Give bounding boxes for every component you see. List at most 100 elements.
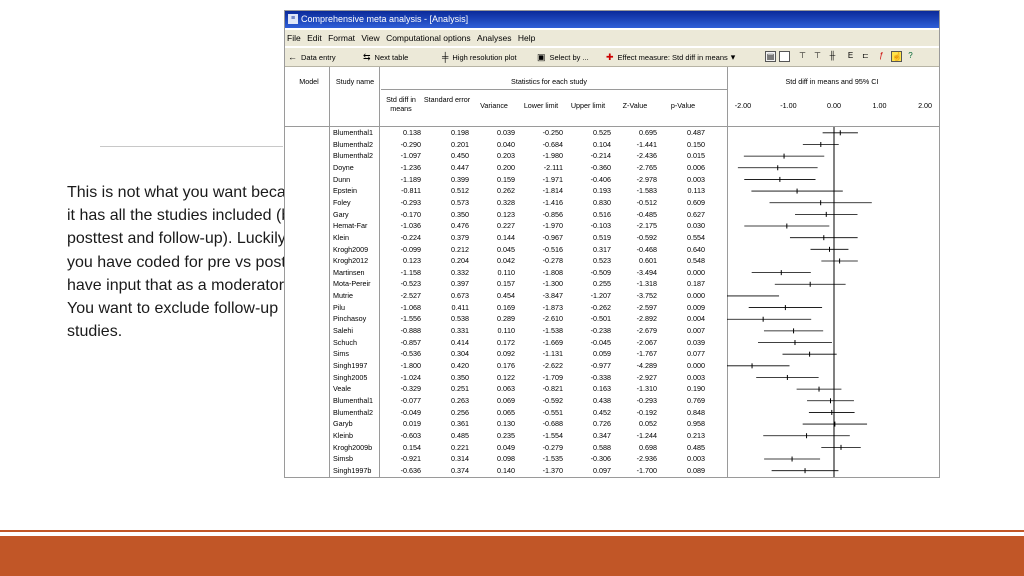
col-std-diff-value: -0.603 xyxy=(400,430,421,440)
col-std-diff-value: -1.800 xyxy=(400,361,421,370)
col-std-diff-value: 0.123 xyxy=(403,256,421,266)
col-std-diff-value: -1.097 xyxy=(400,151,421,161)
col-z-value-value: -1.583 xyxy=(636,186,657,196)
window-title: Comprehensive meta analysis - [Analysis] xyxy=(301,14,469,24)
title-bar: ≡ Comprehensive meta analysis - [Analysis… xyxy=(285,11,939,28)
header-col-upper-limit: Upper limit xyxy=(570,101,606,110)
menu-analyses[interactable]: Analyses xyxy=(477,33,512,43)
col-z-value-value: -1.700 xyxy=(636,465,657,475)
high-resolution-plot-button[interactable]: ╪ High resolution plot xyxy=(442,48,517,67)
col-std-diff-value: -1.556 xyxy=(400,314,421,324)
col-standard-error-value: 0.485 xyxy=(451,430,469,440)
study-name[interactable]: Schuch xyxy=(333,337,357,348)
menu-view[interactable]: View xyxy=(361,33,379,43)
study-name[interactable]: Salehi xyxy=(333,325,353,336)
study-name[interactable]: Blumenthal1 xyxy=(333,127,373,138)
col-p-value-value: 0.485 xyxy=(687,442,705,452)
study-name[interactable]: Krogh2009 xyxy=(333,244,368,255)
col-std-diff-value: -0.077 xyxy=(400,395,421,405)
study-name[interactable]: Epstein xyxy=(333,185,357,196)
study-name[interactable]: Krogh2012 xyxy=(333,255,368,266)
col-upper-limit-value: 0.830 xyxy=(593,197,611,207)
col-lower-limit-value: -0.250 xyxy=(542,128,563,137)
header-col-p-value: p-Value xyxy=(670,101,696,110)
menu-edit[interactable]: Edit xyxy=(307,33,322,43)
col-std-diff-value: -0.857 xyxy=(400,337,421,347)
study-name[interactable]: Gary xyxy=(333,209,349,220)
menu-computational-options[interactable]: Computational options xyxy=(386,33,471,43)
study-name[interactable]: Kleinb xyxy=(333,430,353,441)
effect-measure-selector[interactable]: ✚ Effect measure: Std diff in means ▾ xyxy=(606,48,739,67)
col-z-value-value: 0.601 xyxy=(639,256,657,266)
study-name[interactable]: Dunn xyxy=(333,174,350,185)
study-name[interactable]: Klein xyxy=(333,232,349,243)
edit-icon[interactable]: Ε xyxy=(845,51,856,62)
next-table-button[interactable]: ⇆ Next table xyxy=(363,48,408,67)
bracket-icon[interactable]: ⊏ xyxy=(860,51,871,62)
footer-accent-line xyxy=(0,530,1024,532)
col-z-value-value: 0.695 xyxy=(639,128,657,137)
analysis-table: Model Study name Statistics for each stu… xyxy=(285,67,939,477)
col-lower-limit-value: -0.967 xyxy=(542,232,563,242)
align-icon[interactable]: ⊤ xyxy=(812,51,823,62)
col-p-value-value: 0.077 xyxy=(687,349,705,359)
forest-plot xyxy=(727,127,872,477)
blank-toggle-icon[interactable] xyxy=(779,51,790,62)
col-p-value-value: 0.213 xyxy=(687,430,705,440)
col-standard-error-value: 0.673 xyxy=(451,291,469,301)
col-p-value-value: 0.000 xyxy=(687,361,705,370)
select-by-button[interactable]: ▣ Select by ... xyxy=(537,48,589,67)
col-upper-limit-value: 0.438 xyxy=(593,395,611,405)
study-name[interactable]: Garyb xyxy=(333,418,353,429)
study-name[interactable]: Doyne xyxy=(333,162,354,173)
study-name[interactable]: Foley xyxy=(333,197,351,208)
study-name[interactable]: Simsb xyxy=(333,453,353,464)
study-name[interactable]: Veale xyxy=(333,383,351,394)
study-name[interactable]: Pinchasoy xyxy=(333,313,366,324)
col-standard-error-value: 0.414 xyxy=(451,337,469,347)
col-variance-value: 0.042 xyxy=(497,256,515,266)
axis-tick-label: 0.00 xyxy=(827,101,841,110)
axis-tick-label: -1.00 xyxy=(780,101,797,110)
data-entry-button[interactable]: ← Data entry xyxy=(288,48,336,67)
col-variance-value: 0.172 xyxy=(497,337,515,347)
menu-format[interactable]: Format xyxy=(328,33,355,43)
table-toggle-icon[interactable]: ▤ xyxy=(765,51,776,62)
study-name[interactable]: Blumenthal2 xyxy=(333,407,373,418)
pointer-icon[interactable]: ☝ xyxy=(891,51,902,62)
study-name[interactable]: Mutrie xyxy=(333,290,353,301)
study-name[interactable]: Singh2005 xyxy=(333,372,367,383)
menu-file[interactable]: File xyxy=(287,33,301,43)
col-lower-limit-value: -0.684 xyxy=(542,139,563,149)
study-name[interactable]: Blumenthal1 xyxy=(333,395,373,406)
study-name[interactable]: Blumenthal2 xyxy=(333,139,373,150)
col-std-diff-value: 0.138 xyxy=(403,128,421,137)
study-name[interactable]: Mota-Pereir xyxy=(333,278,371,289)
col-z-value-value: -2.067 xyxy=(636,337,657,347)
flag-icon[interactable]: ƒ xyxy=(876,51,887,62)
col-upper-limit-value: -0.306 xyxy=(590,454,611,464)
col-variance-value: 0.063 xyxy=(497,384,515,394)
study-name[interactable]: Singh1997b xyxy=(333,465,371,476)
study-name[interactable]: Krogh2009b xyxy=(333,442,372,453)
study-name[interactable]: Martinsen xyxy=(333,267,365,278)
col-variance-value: 0.122 xyxy=(497,372,515,382)
menu-help[interactable]: Help xyxy=(518,33,535,43)
study-name[interactable]: Sims xyxy=(333,348,349,359)
study-name[interactable]: Singh1997 xyxy=(333,360,367,371)
grid-line-vertical xyxy=(329,67,330,477)
study-name[interactable]: Pilu xyxy=(333,302,345,313)
col-z-value-value: -3.494 xyxy=(636,267,657,277)
study-name[interactable]: Blumenthal2 xyxy=(333,150,373,161)
help-icon[interactable]: ? xyxy=(905,51,916,62)
col-z-value-value: -2.679 xyxy=(636,326,657,336)
col-p-value-value: 0.769 xyxy=(687,395,705,405)
col-std-diff-value: -0.329 xyxy=(400,384,421,394)
col-upper-limit-value: 0.726 xyxy=(593,419,611,429)
col-lower-limit-value: -1.131 xyxy=(542,349,563,359)
col-std-diff-value: -0.290 xyxy=(400,139,421,149)
plot-icon[interactable]: ╫ xyxy=(827,51,838,62)
study-name[interactable]: Hemat-Far xyxy=(333,220,367,231)
col-p-value-value: 0.030 xyxy=(687,221,705,231)
columns-icon[interactable]: ⊤ xyxy=(797,51,808,62)
